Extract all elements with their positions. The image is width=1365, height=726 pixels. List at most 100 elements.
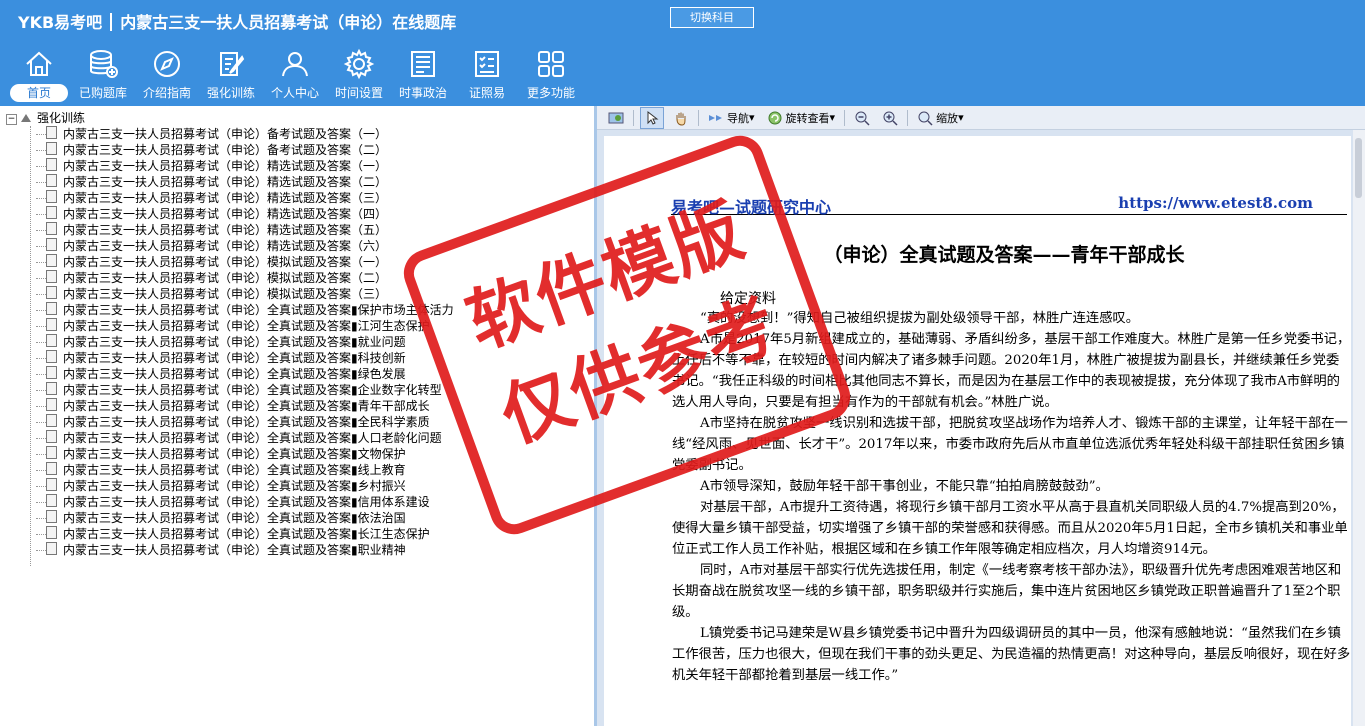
tree-item[interactable]: 内蒙古三支一扶人员招募考试（申论）全真试题及答案▮依法治国 — [6, 510, 594, 526]
nav-training-label: 强化训练 — [206, 86, 255, 100]
tree-item[interactable]: 内蒙古三支一扶人员招募考试（申论）全真试题及答案▮企业数字化转型 — [6, 382, 594, 398]
tree-item[interactable]: 内蒙古三支一扶人员招募考试（申论）模拟试题及答案（三） — [6, 286, 594, 302]
tree-item-label: 内蒙古三支一扶人员招募考试（申论）模拟试题及答案（三） — [63, 287, 388, 301]
tree-item-label: 内蒙古三支一扶人员招募考试（申论）模拟试题及答案（二） — [63, 271, 388, 285]
tree-item-label: 内蒙古三支一扶人员招募考试（申论）全真试题及答案▮绿色发展 — [63, 367, 406, 381]
tree-item[interactable]: 内蒙古三支一扶人员招募考试（申论）全真试题及答案▮科技创新 — [6, 350, 594, 366]
tree-item-label: 内蒙古三支一扶人员招募考试（申论）精选试题及答案（三） — [63, 191, 388, 205]
tree-item-label: 内蒙古三支一扶人员招募考试（申论）全真试题及答案▮人口老龄化问题 — [63, 431, 442, 445]
nav-purchased-banks[interactable]: 已购题库 — [72, 48, 134, 104]
tree-item-label: 内蒙古三支一扶人员招募考试（申论）全真试题及答案▮乡村振兴 — [63, 479, 406, 493]
vertical-scrollbar[interactable] — [1353, 130, 1365, 726]
nav-certificates[interactable]: 证照易 — [456, 48, 518, 104]
body-paragraph: L镇党委书记马建荣是W县乡镇党委书记中晋升为四级调研员的其中一员，他深有感触地说… — [672, 626, 1351, 683]
nav-personal-center[interactable]: 个人中心 — [264, 48, 326, 104]
tree-item[interactable]: 内蒙古三支一扶人员招募考试（申论）全真试题及答案▮青年干部成长 — [6, 398, 594, 414]
zoom-out-button[interactable] — [851, 108, 873, 128]
tree-item-label: 内蒙古三支一扶人员招募考试（申论）精选试题及答案（六） — [63, 239, 388, 253]
nav-cert-label: 证照易 — [468, 86, 505, 100]
document-icon — [46, 126, 57, 139]
switch-subject-button[interactable]: 切换科目 — [670, 7, 754, 28]
tree-item[interactable]: 内蒙古三支一扶人员招募考试（申论）全真试题及答案▮江河生态保护 — [6, 318, 594, 334]
tree-item[interactable]: 内蒙古三支一扶人员招募考试（申论）全真试题及答案▮人口老龄化问题 — [6, 430, 594, 446]
tree-item[interactable]: 内蒙古三支一扶人员招募考试（申论）全真试题及答案▮全民科学素质 — [6, 414, 594, 430]
tree-item[interactable]: 内蒙古三支一扶人员招募考试（申论）全真试题及答案▮绿色发展 — [6, 366, 594, 382]
tree-item[interactable]: 内蒙古三支一扶人员招募考试（申论）精选试题及答案（一） — [6, 158, 594, 174]
tree-item[interactable]: 内蒙古三支一扶人员招募考试（申论）全真试题及答案▮长江生态保护 — [6, 526, 594, 542]
tree-item[interactable]: 内蒙古三支一扶人员招募考试（申论）全真试题及答案▮职业精神 — [6, 542, 594, 558]
document-page: 易考吧—试题研究中心 https://www.etest8.com （申论）全真… — [604, 136, 1351, 726]
document-icon — [46, 350, 57, 363]
nav-more[interactable]: 更多功能 — [520, 48, 582, 104]
select-tool-button[interactable] — [640, 106, 664, 129]
document-icon — [46, 174, 57, 187]
tree-item-label: 内蒙古三支一扶人员招募考试（申论）全真试题及答案▮信用体系建设 — [63, 495, 430, 509]
document-icon — [46, 286, 57, 299]
document-icon — [46, 414, 57, 427]
tree-item[interactable]: 内蒙古三支一扶人员招募考试（申论）全真试题及答案▮线上教育 — [6, 462, 594, 478]
tree-item-label: 内蒙古三支一扶人员招募考试（申论）全真试题及答案▮长江生态保护 — [63, 527, 430, 541]
tree-item[interactable]: 内蒙古三支一扶人员招募考试（申论）备考试题及答案（二） — [6, 142, 594, 158]
nav-intensive-training[interactable]: 强化训练 — [200, 48, 262, 104]
scrollbar-thumb[interactable] — [1355, 138, 1362, 198]
document-header-left: 易考吧—试题研究中心 — [671, 198, 832, 217]
nav-time-settings[interactable]: 时间设置 — [328, 48, 390, 104]
compass-icon — [154, 51, 180, 77]
body-paragraph: “真的没想到！”得知自己被组织提拔为副处级领导干部，林胜广连连感叹。 — [700, 311, 1140, 326]
cursor-icon — [647, 110, 659, 125]
tree-item-label: 内蒙古三支一扶人员招募考试（申论）全真试题及答案▮线上教育 — [63, 463, 406, 477]
nav-guide-label: 介绍指南 — [142, 86, 191, 100]
navigation-menu[interactable]: 导航 ▾ — [705, 108, 758, 128]
tree-item[interactable]: 内蒙古三支一扶人员招募考试（申论）精选试题及答案（四） — [6, 206, 594, 222]
tree-item-label: 内蒙古三支一扶人员招募考试（申论）全真试题及答案▮全民科学素质 — [63, 415, 430, 429]
rotate-menu-label: 旋转查看 — [785, 111, 830, 125]
zoom-menu[interactable]: 缩放 ▾ — [914, 108, 967, 128]
nav-guide[interactable]: 介绍指南 — [136, 48, 198, 104]
tree-item[interactable]: 内蒙古三支一扶人员招募考试（申论）精选试题及答案（三） — [6, 190, 594, 206]
tree-item-label: 内蒙古三支一扶人员招募考试（申论）全真试题及答案▮文物保护 — [63, 447, 406, 461]
tree-item[interactable]: 内蒙古三支一扶人员招募考试（申论）全真试题及答案▮乡村振兴 — [6, 478, 594, 494]
tree-item[interactable]: 内蒙古三支一扶人员招募考试（申论）全真试题及答案▮文物保护 — [6, 446, 594, 462]
tree-item-label: 内蒙古三支一扶人员招募考试（申论）精选试题及答案（一） — [63, 159, 388, 173]
nav-affairs-label: 时事政治 — [398, 86, 447, 100]
hand-tool-button[interactable] — [670, 108, 692, 128]
body-paragraph: 对基层干部，A市提升工资待遇，将现行乡镇干部月工资水平从高于县直机关同职级人员的… — [672, 500, 1348, 557]
tree-item-label: 内蒙古三支一扶人员招募考试（申论）备考试题及答案（二） — [63, 143, 388, 157]
toolbar-divider — [633, 109, 634, 126]
document-icon — [46, 462, 57, 475]
main-nav: 首页 已购题库 介绍指南 强化训练 个人中心 时间设置 时事政治 证照易 更多功… — [8, 48, 584, 104]
zoom-in-button[interactable] — [879, 108, 901, 128]
tree-item-label: 内蒙古三支一扶人员招募考试（申论）备考试题及答案（一） — [63, 127, 388, 141]
root-node-icon — [21, 114, 31, 122]
tree-item[interactable]: 内蒙古三支一扶人员招募考试（申论）全真试题及答案▮信用体系建设 — [6, 494, 594, 510]
tree-item[interactable]: 内蒙古三支一扶人员招募考试（申论）全真试题及答案▮就业问题 — [6, 334, 594, 350]
tree-item-label: 内蒙古三支一扶人员招募考试（申论）精选试题及答案（五） — [63, 223, 388, 237]
rotate-icon — [768, 111, 782, 124]
collapse-toggle-icon[interactable]: − — [6, 114, 17, 125]
document-icon — [46, 398, 57, 411]
tree-item[interactable]: 内蒙古三支一扶人员招募考试（申论）精选试题及答案（二） — [6, 174, 594, 190]
tree-item[interactable]: 内蒙古三支一扶人员招募考试（申论）模拟试题及答案（二） — [6, 270, 594, 286]
tree-item[interactable]: 内蒙古三支一扶人员招募考试（申论）模拟试题及答案（一） — [6, 254, 594, 270]
document-header-url[interactable]: https://www.etest8.com — [1118, 194, 1313, 212]
document-header: 易考吧—试题研究中心 https://www.etest8.com — [671, 194, 1347, 217]
document-icon — [46, 494, 57, 507]
viewer-toolbar: 导航 ▾ 旋转查看 ▾ 缩放 ▾ — [597, 106, 1365, 130]
chevron-down-icon: ▾ — [958, 111, 964, 124]
tree-item[interactable]: 内蒙古三支一扶人员招募考试（申论）全真试题及答案▮保护市场主体活力 — [6, 302, 594, 318]
tree-item[interactable]: 内蒙古三支一扶人员招募考试（申论）备考试题及答案（一） — [6, 126, 594, 142]
document-icon — [46, 222, 57, 235]
nav-home[interactable]: 首页 — [8, 48, 70, 104]
chevron-down-icon: ▾ — [829, 111, 836, 124]
tree-item[interactable]: 内蒙古三支一扶人员招募考试（申论）精选试题及答案（六） — [6, 238, 594, 254]
document-body: “真的没想到！”得知自己被组织提拔为副处级领导干部，林胜广连连感叹。 A市是201… — [672, 308, 1351, 686]
document-icon — [46, 254, 57, 267]
tree-item[interactable]: 内蒙古三支一扶人员招募考试（申论）精选试题及答案（五） — [6, 222, 594, 238]
tree-item-label: 内蒙古三支一扶人员招募考试（申论）精选试题及答案（二） — [63, 175, 388, 189]
rotate-menu[interactable]: 旋转查看 ▾ — [764, 108, 839, 128]
tree-item-label: 内蒙古三支一扶人员招募考试（申论）全真试题及答案▮就业问题 — [63, 335, 406, 349]
tree-root[interactable]: − 强化训练 — [6, 110, 594, 126]
nav-purchased-label: 已购题库 — [78, 86, 127, 100]
sidebar-toggle-button[interactable] — [605, 108, 627, 128]
nav-current-affairs[interactable]: 时事政治 — [392, 48, 454, 104]
